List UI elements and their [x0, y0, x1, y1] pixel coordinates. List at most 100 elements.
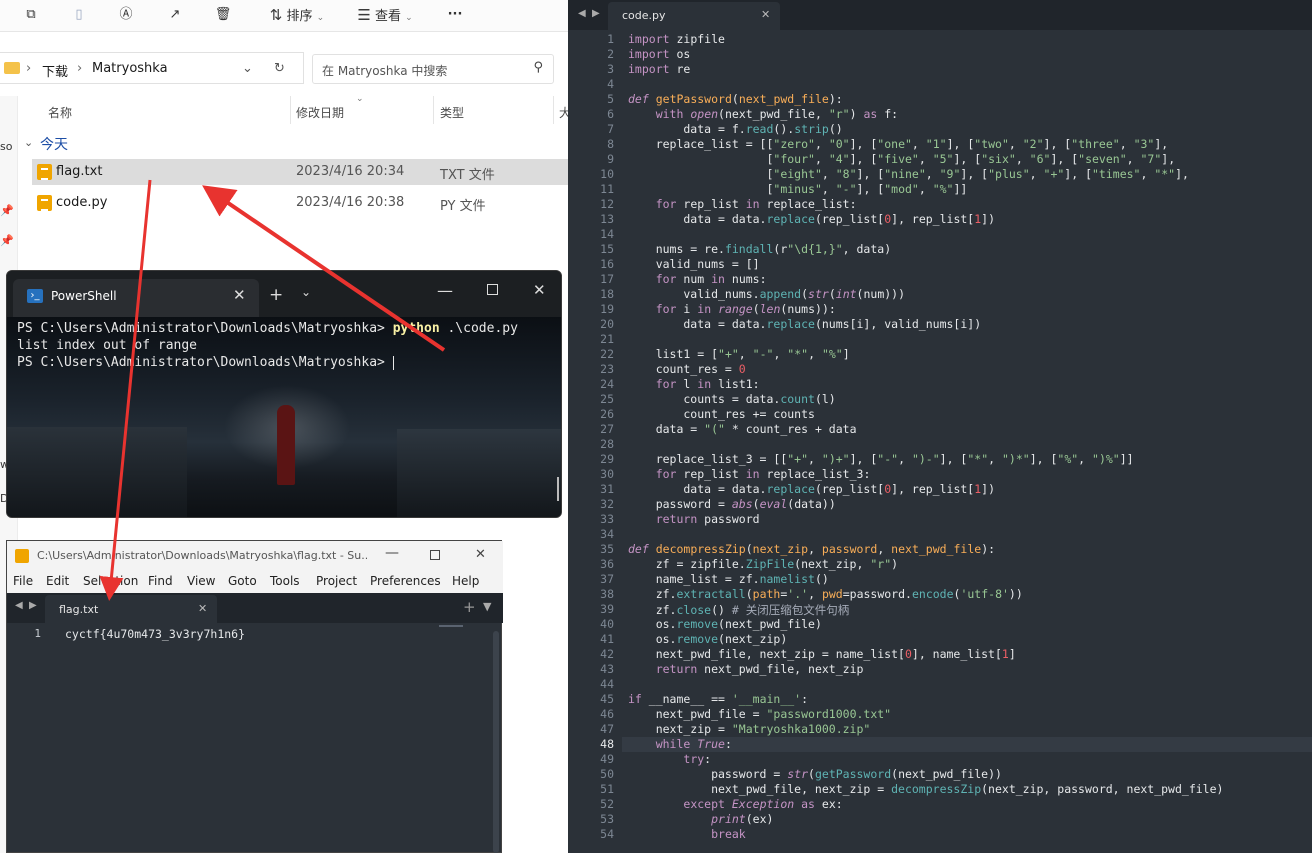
new-tab-icon[interactable]: +	[269, 285, 283, 305]
column-divider[interactable]	[290, 96, 291, 124]
close-tab-icon[interactable]: ✕	[198, 602, 207, 615]
menu-selection[interactable]: Selection	[83, 574, 138, 588]
code-editor[interactable]: import zipfile import os import re def g…	[568, 0, 1312, 853]
chevron-down-icon: ⌄	[405, 13, 413, 23]
prompt: PS C:\Users\Administrator\Downloads\Matr…	[17, 355, 393, 370]
search-icon: ⚲	[533, 60, 543, 75]
code-line: zf = zipfile.ZipFile(next_zip, "r")	[628, 557, 899, 571]
column-divider[interactable]	[433, 96, 434, 124]
menu-help[interactable]: Help	[452, 574, 479, 588]
menu-goto[interactable]: Goto	[228, 574, 257, 588]
file-type: TXT 文件	[440, 168, 495, 183]
breadcrumb-matryoshka[interactable]: Matryoshka	[92, 61, 168, 76]
pin-icon: 📌	[0, 204, 14, 217]
maximize-icon[interactable]	[487, 284, 498, 295]
chevron-down-icon[interactable]: ⌄	[242, 61, 253, 76]
code-line: if __name__ == '__main__':	[628, 692, 809, 706]
close-tab-icon[interactable]: ✕	[233, 286, 246, 304]
address-bar[interactable]: › 下载 › Matryoshka ⌄ ↻	[0, 52, 304, 84]
file-name: flag.txt	[56, 164, 103, 179]
menu-preferences[interactable]: Preferences	[370, 574, 441, 588]
rename-icon[interactable]: Ⓐ	[115, 4, 137, 26]
code-line: os.remove(next_zip)	[628, 632, 788, 646]
collapse-icon[interactable]: ⌄	[24, 136, 33, 149]
sort-button[interactable]: ⇅ 排序 ⌄	[264, 4, 330, 26]
pin-icon: 📌	[0, 234, 14, 247]
sublime-logo-icon	[15, 549, 29, 563]
close-window-icon[interactable]: ✕	[475, 547, 486, 562]
group-today[interactable]: 今天	[40, 134, 68, 154]
code-line: ["four", "4"], ["five", "5"], ["six", "6…	[628, 152, 1176, 166]
search-box[interactable]: 在 Matryoshka 中搜索 ⚲	[312, 54, 554, 84]
code-line: def getPassword(next_pwd_file):	[628, 92, 843, 106]
menu-edit[interactable]: Edit	[46, 574, 69, 588]
terminal-output[interactable]: PS C:\Users\Administrator\Downloads\Matr…	[7, 317, 561, 517]
scrollbar[interactable]	[493, 631, 499, 853]
code-line: count_res = 0	[628, 362, 746, 376]
sort-label: 排序	[286, 9, 313, 24]
minimize-icon[interactable]: —	[385, 545, 399, 561]
file-row-flag[interactable]: flag.txt 2023/4/16 20:34 TXT 文件	[32, 159, 568, 185]
column-name[interactable]: 名称	[48, 104, 72, 121]
code-line: count_res += counts	[628, 407, 815, 421]
code-line: for rep_list in replace_list_3:	[655, 467, 871, 481]
paste-icon[interactable]: ▯	[68, 4, 90, 26]
sublime-file-icon	[37, 195, 52, 211]
terminal-line: PS C:\Users\Administrator\Downloads\Matr…	[17, 321, 518, 336]
new-tab-icon[interactable]: +	[463, 598, 476, 616]
menu-file[interactable]: File	[13, 574, 33, 588]
folder-icon	[4, 62, 20, 74]
column-divider[interactable]	[553, 96, 554, 124]
powershell-tab[interactable]: ›_ PowerShell ✕	[13, 279, 259, 317]
code-line: list1 = ["+", "-", "*", "%"]	[628, 347, 850, 361]
dropdown-icon[interactable]: ⌄	[301, 285, 311, 299]
code-line: import zipfile	[628, 32, 725, 46]
sort-indicator-icon: ⌄	[356, 94, 364, 104]
tab-next-icon[interactable]: ▶	[29, 600, 37, 611]
code-line: nums = re.findall(r"\d{1,}", data)	[628, 242, 892, 256]
tab-title: PowerShell	[51, 289, 117, 303]
share-icon[interactable]: ↗	[164, 4, 186, 26]
flag-text[interactable]: cyctf{4u70m473_3v3ry7h1n6}	[65, 627, 245, 641]
maximize-icon[interactable]	[430, 550, 440, 560]
view-button[interactable]: ☰ 查看 ⌄	[352, 4, 418, 26]
background-structure	[7, 427, 187, 517]
dropdown-icon[interactable]: ▼	[483, 600, 491, 613]
minimap[interactable]	[439, 625, 463, 627]
tab-flag[interactable]: flag.txt ✕	[45, 595, 217, 625]
menu-tools[interactable]: Tools	[270, 574, 300, 588]
terminal-line: list index out of range	[17, 338, 198, 353]
nav-fragment[interactable]: so	[0, 140, 12, 153]
close-window-icon[interactable]: ✕	[533, 281, 546, 299]
code-line: ["eight", "8"], ["nine", "9"], ["plus", …	[628, 167, 1189, 181]
menu-project[interactable]: Project	[316, 574, 357, 588]
chevron-right-icon: ›	[77, 61, 83, 76]
refresh-icon[interactable]: ↻	[274, 61, 285, 76]
search-input[interactable]: 在 Matryoshka 中搜索	[322, 62, 447, 79]
tab-bar: ◀ ▶ flag.txt ✕ + ▼	[7, 593, 503, 625]
minimize-icon[interactable]: —	[437, 281, 453, 300]
code-line: while True:	[655, 737, 732, 751]
tab-prev-icon[interactable]: ◀	[15, 600, 23, 611]
scrollbar[interactable]	[557, 477, 559, 501]
code-line: next_pwd_file, next_zip = name_list[0], …	[628, 647, 1016, 661]
column-modified[interactable]: 修改日期	[296, 104, 344, 121]
menu-find[interactable]: Find	[148, 574, 173, 588]
code-line: password = str(getPassword(next_pwd_file…	[628, 767, 1002, 781]
code-line: data = data.replace(rep_list[0], rep_lis…	[628, 212, 996, 226]
breadcrumb-downloads[interactable]: 下载	[42, 61, 68, 80]
more-options-button[interactable]: ···	[440, 4, 470, 26]
code-line: import re	[628, 62, 691, 76]
line-number: 1	[34, 627, 41, 640]
code-line: for i in range(len(nums)):	[655, 302, 836, 316]
column-type[interactable]: 类型	[440, 104, 464, 121]
copy-icon[interactable]: ⧉	[20, 4, 42, 26]
menu-view[interactable]: View	[187, 574, 215, 588]
file-type: PY 文件	[440, 199, 486, 214]
sublime-file-icon	[37, 164, 52, 180]
file-row-code[interactable]: code.py 2023/4/16 20:38 PY 文件	[32, 190, 568, 216]
sublime-flag-window: C:\Users\Administrator\Downloads\Matryos…	[6, 540, 503, 853]
file-modified: 2023/4/16 20:38	[296, 195, 405, 210]
delete-icon[interactable]: 🗑	[212, 4, 234, 26]
prompt: PS C:\Users\Administrator\Downloads\Matr…	[17, 321, 393, 336]
